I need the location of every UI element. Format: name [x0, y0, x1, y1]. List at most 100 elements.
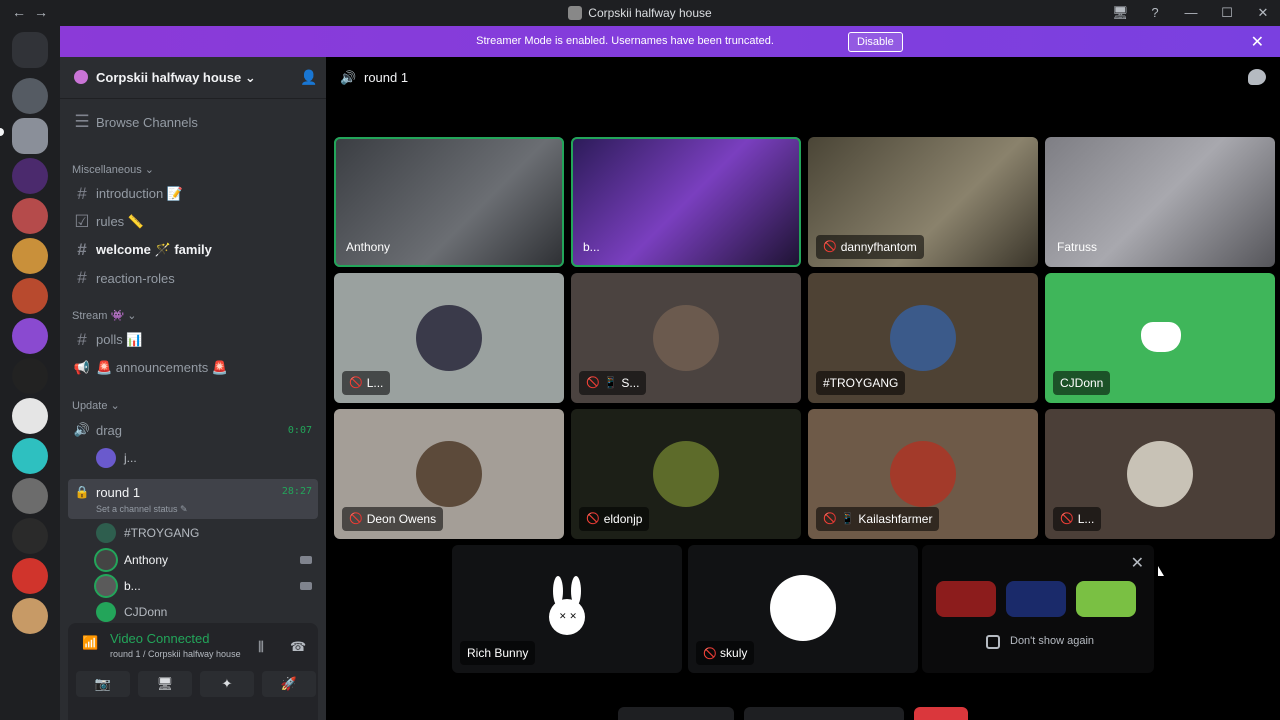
- close-button[interactable]: ✕: [1256, 5, 1270, 21]
- activities-button[interactable]: ✦: [200, 671, 254, 697]
- close-icon[interactable]: ✕: [1131, 553, 1144, 573]
- server-icon[interactable]: [12, 318, 48, 354]
- activity-thumbnail[interactable]: [1076, 581, 1136, 617]
- control-button[interactable]: [744, 707, 904, 720]
- mic-off-icon: 🚫: [823, 513, 837, 525]
- guild-header[interactable]: Corpskii halfway house ⌄ 👤: [60, 57, 326, 99]
- video-tile[interactable]: b...: [571, 137, 801, 267]
- server-icon[interactable]: [12, 78, 48, 114]
- voice-user[interactable]: b...: [96, 574, 312, 598]
- server-icon[interactable]: [12, 478, 48, 514]
- video-tile[interactable]: CJDonn: [1045, 273, 1275, 403]
- screen-share-button[interactable]: 🖥: [138, 671, 192, 697]
- activity-list: [936, 581, 1136, 617]
- banner-close-icon[interactable]: ✕: [1251, 32, 1264, 52]
- video-tile[interactable]: Anthony: [334, 137, 564, 267]
- server-icon[interactable]: [12, 238, 48, 274]
- guild-name[interactable]: Corpskii halfway house ⌄: [96, 70, 256, 86]
- category-stream[interactable]: Stream 👾 ⌄: [72, 309, 136, 322]
- channel-header: 🔊 round 1: [326, 57, 1280, 99]
- participant-name: skuly: [720, 646, 748, 660]
- video-tile[interactable]: 🚫 L...: [334, 273, 564, 403]
- browse-channels[interactable]: ☰ Browse Channels: [68, 109, 318, 135]
- voice-user[interactable]: CJDonn: [96, 600, 167, 624]
- server-icon[interactable]: [12, 118, 48, 154]
- voice-connection-panel: 📶 Video Connected round 1 / Corpskii hal…: [68, 623, 318, 720]
- participant-name: CJDonn: [1053, 371, 1111, 395]
- video-tile[interactable]: Fatruss: [1045, 137, 1275, 267]
- channel-welcome-family[interactable]: # welcome 🪄 family: [68, 237, 318, 263]
- discord-home-icon[interactable]: [12, 32, 48, 68]
- participant-name: Fatruss: [1057, 240, 1098, 254]
- category-update[interactable]: Update ⌄: [72, 399, 120, 412]
- chevron-down-icon: ⌄: [244, 70, 256, 85]
- server-icon[interactable]: [12, 158, 48, 194]
- help-icon[interactable]: ?: [1148, 5, 1162, 21]
- server-pill: [0, 128, 4, 136]
- voice-channel-drag[interactable]: 🔊 drag 0:07: [68, 417, 318, 443]
- category-miscellaneous[interactable]: Miscellaneous ⌄: [72, 163, 154, 176]
- mic-off-icon: 🚫: [349, 377, 363, 389]
- disable-button[interactable]: Disable: [848, 32, 903, 52]
- noise-suppression-icon[interactable]: ⫼: [258, 639, 264, 655]
- inbox-icon[interactable]: 🖥: [1112, 5, 1129, 21]
- banner-message: Streamer Mode is enabled. Usernames have…: [60, 35, 1280, 47]
- channel-rules[interactable]: ☑ rules 📏: [68, 209, 318, 235]
- avatar: [96, 448, 116, 468]
- avatar: [416, 305, 482, 371]
- camera-toggle-button[interactable]: 📷: [76, 671, 130, 697]
- video-tile[interactable]: 🚫 📱 Kailashfarmer: [808, 409, 1038, 539]
- channel-polls[interactable]: # polls 📊: [68, 327, 318, 353]
- connection-location[interactable]: round 1 / Corpskii halfway house: [110, 649, 241, 659]
- activity-thumbnail[interactable]: [1006, 581, 1066, 617]
- signal-icon[interactable]: 📶: [82, 635, 98, 651]
- avatar: [416, 441, 482, 507]
- video-tile[interactable]: 🚫 📱 S...: [571, 273, 801, 403]
- voice-channel-round-1[interactable]: 🔒 round 1 28:27 Set a channel status ✎: [68, 479, 318, 519]
- video-tile[interactable]: 🚫 eldonjp: [571, 409, 801, 539]
- video-tile[interactable]: 🚫 L...: [1045, 409, 1275, 539]
- voice-user[interactable]: j...: [96, 446, 137, 470]
- guild-name-text: Corpskii halfway house: [96, 70, 242, 85]
- connection-status[interactable]: Video Connected: [110, 631, 210, 646]
- minimize-button[interactable]: —: [1184, 5, 1198, 21]
- channel-sidebar: Corpskii halfway house ⌄ 👤 ☰ Browse Chann…: [60, 57, 326, 720]
- channel-label: reaction-roles: [96, 270, 175, 286]
- dont-show-checkbox[interactable]: [986, 635, 1000, 649]
- chat-bubble-icon[interactable]: [1248, 69, 1266, 85]
- voice-user[interactable]: Anthony: [96, 548, 312, 572]
- voice-user-name: Anthony: [124, 553, 169, 567]
- voice-tile[interactable]: 🚫 skuly: [688, 545, 918, 673]
- channel-introduction[interactable]: # introduction 📝: [68, 181, 318, 207]
- channel-announcements[interactable]: 📢 🚨 announcements 🚨: [68, 355, 318, 381]
- participant-name: L...: [1077, 512, 1095, 526]
- voice-user[interactable]: #TROYGANG: [96, 521, 199, 545]
- add-member-icon[interactable]: 👤: [300, 69, 317, 85]
- channel-status[interactable]: Set a channel status ✎: [96, 504, 188, 515]
- disconnect-icon[interactable]: ☎: [290, 639, 306, 655]
- server-icon[interactable]: [12, 518, 48, 554]
- leave-call-button[interactable]: [914, 707, 968, 720]
- soundboard-button[interactable]: 🚀: [262, 671, 316, 697]
- control-button[interactable]: [618, 707, 734, 720]
- server-icon[interactable]: [12, 198, 48, 234]
- video-tile[interactable]: 🚫 Deon Owens: [334, 409, 564, 539]
- channel-label: rules 📏: [96, 214, 144, 229]
- server-icon[interactable]: [12, 358, 48, 394]
- server-icon[interactable]: [12, 398, 48, 434]
- channel-label: welcome 🪄 family: [96, 242, 212, 257]
- server-icon[interactable]: [12, 558, 48, 594]
- channel-timer: 28:27: [281, 486, 312, 497]
- video-tile[interactable]: 🚫 dannyfhantom: [808, 137, 1038, 267]
- server-icon[interactable]: [12, 278, 48, 314]
- video-tile[interactable]: #TROYGANG: [808, 273, 1038, 403]
- channel-timer: 0:07: [287, 424, 312, 436]
- voice-user-name: b...: [124, 579, 141, 593]
- server-icon[interactable]: [12, 438, 48, 474]
- maximize-button[interactable]: ☐: [1220, 5, 1234, 21]
- server-icon[interactable]: [12, 598, 48, 634]
- voice-tile[interactable]: ✕ ✕ Rich Bunny: [452, 545, 682, 673]
- activity-thumbnail[interactable]: [936, 581, 996, 617]
- channel-reaction-roles[interactable]: # reaction-roles: [68, 265, 318, 291]
- mouse-cursor: [1158, 566, 1164, 576]
